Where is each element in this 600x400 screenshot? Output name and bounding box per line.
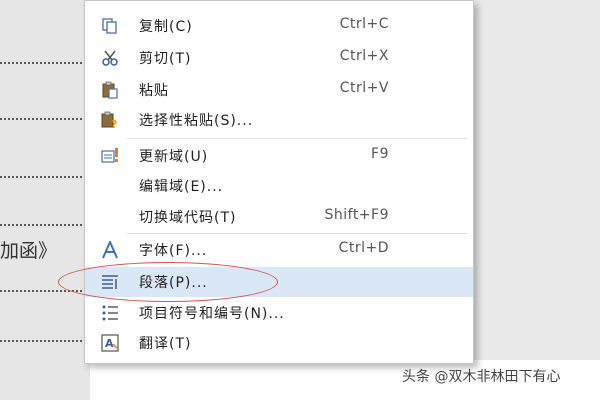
document-text: 加函》 (0, 240, 58, 262)
dotted-leader-line (0, 224, 90, 226)
dotted-leader-line (0, 176, 90, 178)
dotted-leader-line (0, 340, 90, 342)
menu-item-shortcut: Ctrl+C (339, 16, 389, 32)
paste-special-icon: ? (101, 111, 119, 129)
menu-item-label: 项目符号和编号(N)... (139, 306, 285, 322)
update-field-icon (101, 147, 119, 165)
menu-item-shortcut: Ctrl+D (338, 240, 389, 256)
bullets-icon (101, 304, 119, 322)
document-left-margin (0, 0, 90, 400)
font-icon (101, 241, 119, 259)
menu-item-shortcut: Shift+F9 (324, 207, 389, 223)
menu-item-edit-field[interactable]: 编辑域(E)... (85, 171, 473, 201)
copy-icon (101, 17, 119, 35)
menu-item-label: 粘贴 (139, 83, 169, 99)
scissors-icon (101, 49, 119, 67)
translate-icon: A (101, 334, 119, 352)
menu-item-label: 选择性粘贴(S)... (139, 113, 254, 129)
menu-item-label: 更新域(U) (139, 149, 209, 165)
menu-item-toggle-field-codes[interactable]: 切换域代码(T) Shift+F9 (85, 202, 473, 232)
menu-item-paste-special[interactable]: ? 选择性粘贴(S)... (85, 105, 473, 135)
watermark: 头条 @双木非林田下有心 (402, 369, 561, 385)
menu-separator (127, 233, 467, 234)
menu-item-label: 字体(F)... (139, 243, 208, 259)
annotation-circle (58, 262, 278, 302)
menu-item-paste[interactable]: 粘贴 Ctrl+V (85, 75, 473, 105)
dotted-leader-line (0, 118, 90, 120)
menu-item-translate[interactable]: A 翻译(T) (85, 328, 473, 358)
menu-item-font[interactable]: 字体(F)... Ctrl+D (85, 235, 473, 265)
context-menu: 复制(C) Ctrl+C 剪切(T) Ctrl+X 粘贴 Ctrl+V ? 选择… (84, 0, 474, 364)
menu-item-shortcut: F9 (371, 146, 389, 162)
menu-item-shortcut: Ctrl+X (339, 48, 389, 64)
paste-icon (101, 81, 119, 99)
svg-text:A: A (105, 337, 114, 350)
menu-item-shortcut: Ctrl+V (339, 80, 389, 96)
menu-item-label: 切换域代码(T) (139, 210, 237, 226)
menu-item-label: 编辑域(E)... (139, 179, 224, 195)
menu-item-label: 翻译(T) (139, 336, 192, 352)
menu-item-cut[interactable]: 剪切(T) Ctrl+X (85, 43, 473, 73)
document-right-area (470, 0, 600, 360)
menu-item-bullets-numbering[interactable]: 项目符号和编号(N)... (85, 298, 473, 328)
menu-separator (127, 138, 467, 139)
menu-item-label: 剪切(T) (139, 51, 192, 67)
dotted-leader-line (0, 62, 90, 64)
menu-item-copy[interactable]: 复制(C) Ctrl+C (85, 11, 473, 41)
menu-item-label: 复制(C) (139, 19, 193, 35)
menu-item-update-field[interactable]: 更新域(U) F9 (85, 141, 473, 171)
svg-text:?: ? (111, 118, 117, 129)
